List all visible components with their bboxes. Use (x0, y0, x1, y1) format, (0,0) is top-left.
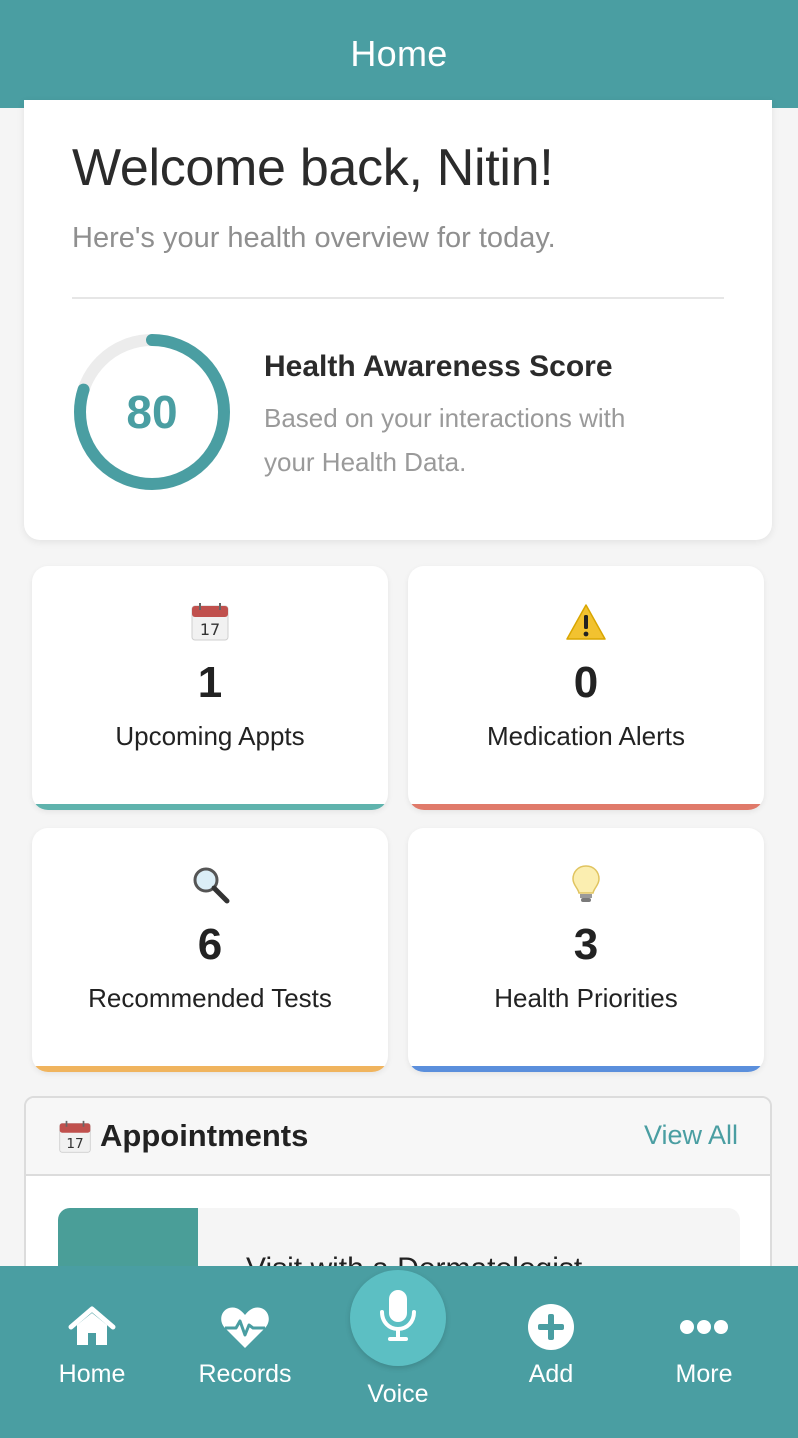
home-icon (22, 1304, 162, 1350)
more-dots-icon (634, 1304, 774, 1350)
stat-accent-bar (32, 1066, 388, 1072)
stat-label: Health Priorities (494, 983, 678, 1013)
nav-records[interactable]: Records (175, 1304, 315, 1389)
stat-label: Recommended Tests (88, 983, 332, 1013)
stat-count: 1 (197, 658, 223, 707)
score-value: 80 (126, 386, 178, 438)
divider (72, 297, 724, 299)
nav-label: Home (58, 1360, 126, 1388)
plus-circle-icon (481, 1304, 621, 1350)
welcome-title: Welcome back, Nitin! (72, 139, 554, 197)
heartbeat-icon (175, 1304, 315, 1350)
app-header: Home (0, 0, 798, 108)
voice-label: Voice (367, 1380, 429, 1408)
stat-accent-bar (408, 1066, 764, 1072)
appointments-section: 17 Appointments View All Visit with a De… (24, 1096, 772, 1286)
nav-add[interactable]: Add (481, 1304, 621, 1389)
stat-card-upcoming-appts[interactable]: 17 1 Upcoming Appts (32, 566, 388, 810)
bottom-nav: Home Records Voice Add More (0, 1266, 798, 1438)
stat-label: Upcoming Appts (115, 721, 305, 751)
nav-label: Records (198, 1360, 292, 1388)
stat-count: 0 (573, 658, 599, 707)
nav-home[interactable]: Home (22, 1304, 162, 1389)
welcome-subtitle: Here's your health overview for today. (72, 222, 556, 254)
nav-more[interactable]: More (634, 1304, 774, 1389)
voice-button[interactable] (350, 1270, 446, 1366)
score-description: Based on your interactions with your Hea… (264, 403, 626, 477)
view-all-link[interactable]: View All (644, 1120, 738, 1151)
lightbulb-icon (408, 862, 764, 906)
stat-accent-bar (32, 804, 388, 810)
stat-card-recommended-tests[interactable]: 6 Recommended Tests (32, 828, 388, 1072)
microphone-icon (378, 1288, 418, 1349)
stat-label: Medication Alerts (487, 721, 685, 751)
svg-text:17: 17 (200, 620, 220, 639)
appointments-header: 17 Appointments View All (26, 1098, 770, 1176)
stat-card-health-priorities[interactable]: 3 Health Priorities (408, 828, 764, 1072)
page-title: Home (350, 33, 448, 74)
stat-count: 6 (197, 920, 223, 969)
appointments-title: Appointments (100, 1118, 309, 1153)
nav-label: Add (528, 1360, 574, 1388)
stat-count: 3 (573, 920, 599, 969)
score-title: Health Awareness Score (264, 350, 613, 383)
warning-icon (408, 600, 764, 644)
calendar-icon: 17 (32, 600, 388, 644)
magnifier-icon (32, 862, 388, 906)
nav-label: More (675, 1360, 733, 1388)
svg-text:17: 17 (66, 1136, 83, 1152)
stat-card-medication-alerts[interactable]: 0 Medication Alerts (408, 566, 764, 810)
welcome-card: Welcome back, Nitin! Here's your health … (24, 100, 772, 540)
calendar-icon: 17 (58, 1120, 92, 1159)
stat-accent-bar (408, 804, 764, 810)
